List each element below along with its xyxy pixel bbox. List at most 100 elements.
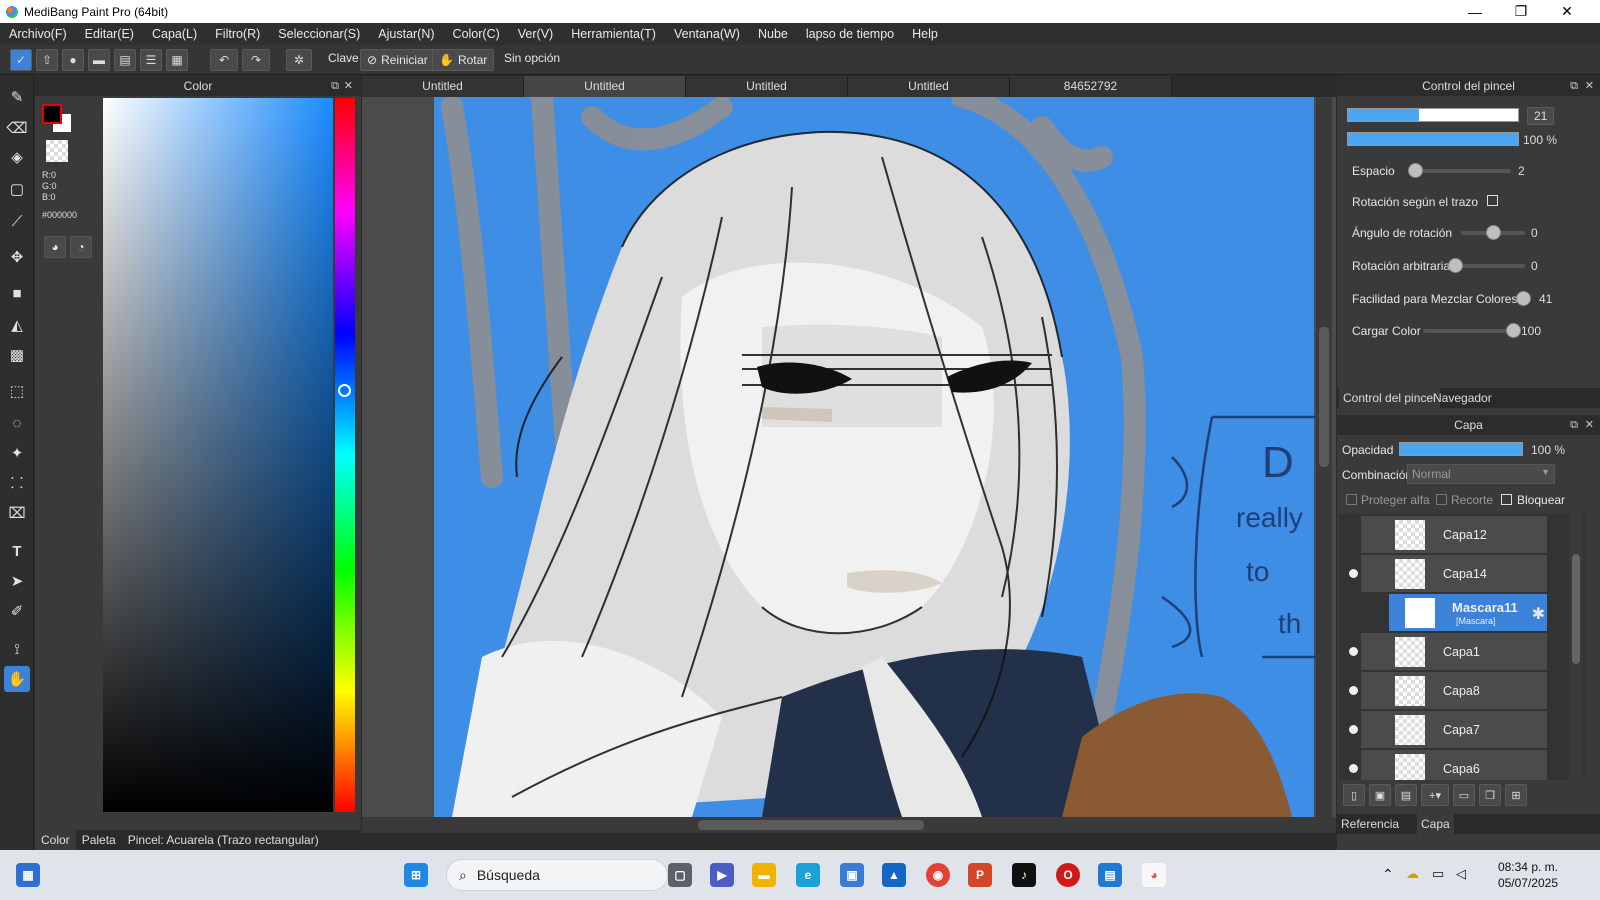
layer-row[interactable]: Capa8 [1349,672,1547,710]
vertical-scroll-thumb[interactable] [1319,327,1329,467]
brush-tool-icon[interactable]: ✎ [4,84,30,110]
foreground-color-swatch[interactable] [42,104,62,124]
brush-opacity-slider[interactable] [1347,132,1519,146]
close-panel-icon[interactable]: ✕ [1585,415,1594,435]
canvas-vertical-scrollbar[interactable] [1316,97,1332,817]
minimize-button[interactable]: — [1452,0,1498,23]
redo-icon[interactable]: ↷ [242,49,270,71]
medibang-icon[interactable]: ◕ [1142,863,1166,887]
menu-capa[interactable]: Capa(L) [143,27,206,41]
bucket-tool-icon[interactable]: ◭ [4,312,30,338]
volume-icon[interactable]: ◁ [1456,866,1466,882]
blur-tool-icon[interactable]: ✐ [4,598,30,624]
doc-tab-active[interactable]: Untitled [524,76,686,97]
load-color-knob[interactable] [1506,323,1521,338]
eyedropper-icon[interactable]: ⟟ [4,636,30,662]
tab-capa[interactable]: Capa [1417,814,1454,834]
layer-row[interactable]: Capa14 [1349,555,1547,593]
rotation-by-stroke-checkbox[interactable] [1487,195,1498,206]
layer-scroll-thumb[interactable] [1572,554,1580,664]
tab-referencia[interactable]: Referencia [1337,814,1403,834]
menu-filtro[interactable]: Filtro(R) [206,27,269,41]
undock-icon[interactable]: ⧉ [1570,76,1578,96]
doc-tab[interactable]: Untitled [362,76,524,97]
layer-list-scrollbar[interactable] [1569,514,1583,780]
network-icon[interactable]: ▭ [1432,866,1444,882]
comment-icon[interactable]: ▬ [88,49,110,71]
select-pen-icon[interactable]: ⸬ [4,470,30,496]
lasso-icon[interactable]: ◌ [4,410,30,436]
tab-color[interactable]: Color [35,830,76,850]
layer-opacity-slider[interactable] [1399,442,1523,456]
azure-icon[interactable]: ▲ [882,863,906,887]
visibility-icon[interactable] [1349,686,1358,695]
move-tool-icon[interactable]: ✥ [4,244,30,270]
visibility-icon[interactable] [1349,569,1358,578]
menu-ver[interactable]: Ver(V) [509,27,562,41]
opera-icon[interactable]: O [1056,863,1080,887]
edge-icon[interactable]: e [796,863,820,887]
tab-brush-control[interactable]: Control del pincel [1339,388,1440,408]
close-panel-icon[interactable]: ✕ [344,76,353,96]
menu-color[interactable]: Color(C) [444,27,509,41]
menu-archivo[interactable]: Archivo(F) [0,27,76,41]
menu-help[interactable]: Help [903,27,947,41]
artwork-canvas[interactable]: D really to th [362,97,1336,817]
tab-paleta[interactable]: Paleta [76,830,122,850]
duplicate-layer-icon[interactable]: ❐ [1479,784,1501,806]
transparent-swatch[interactable] [46,140,68,162]
layer-row[interactable]: Capa1 [1349,633,1547,671]
window-app-icon[interactable]: ▤ [1098,863,1122,887]
task-view-icon[interactable]: ▢ [668,863,692,887]
arbitrary-rotation-slider[interactable] [1448,258,1525,273]
horizontal-scroll-thumb[interactable] [698,820,924,830]
menu-editar[interactable]: Editar(E) [76,27,143,41]
taskbar-clock[interactable]: 08:34 p. m. 05/07/2025 [1498,859,1558,891]
brush-size-slider[interactable] [1347,108,1519,122]
canvas-area[interactable]: D really to th [362,97,1336,817]
new-halftone-layer-icon[interactable]: ▣ [1369,784,1391,806]
layer-row[interactable]: Capa6 [1349,750,1547,780]
visibility-icon[interactable] [1349,725,1358,734]
panel-layout-icon[interactable]: ☰ [140,49,162,71]
rotation-angle-knob[interactable] [1486,225,1501,240]
gear-icon[interactable]: ✱ [1532,604,1545,624]
widgets-icon[interactable]: ▦ [16,863,40,887]
mix-colors-knob[interactable] [1515,291,1531,306]
grid-layout-icon[interactable]: ▦ [166,49,188,71]
lock-checkbox[interactable] [1501,494,1512,505]
fill-rect-icon[interactable]: ■ [4,280,30,306]
menu-ajustar[interactable]: Ajustar(N) [369,27,443,41]
pen-tool-icon[interactable]: ⟋ [4,208,30,234]
selection-sparkle-icon[interactable]: ✲ [286,49,312,71]
palette-icon[interactable]: ◕ [44,236,66,258]
select-rect-icon[interactable]: ⬚ [4,378,30,404]
select-eraser-icon[interactable]: ⌧ [4,500,30,526]
rotate-button[interactable]: ✋ Rotar [432,49,495,71]
hand-tool-icon[interactable]: ✋ [4,666,30,692]
chrome-icon[interactable]: ◉ [926,863,950,887]
rectangle-tool-icon[interactable]: ▢ [4,176,30,202]
close-panel-icon[interactable]: ✕ [1585,76,1594,96]
share-icon[interactable]: ⇧ [36,49,58,71]
store-icon[interactable]: ▣ [840,863,864,887]
gradient-tool-icon[interactable]: ▩ [4,342,30,368]
color-wheel-icon[interactable]: ◔ [70,236,92,258]
saturation-value-picker[interactable] [103,98,333,812]
reset-button[interactable]: ⊘ Reiniciar [360,49,435,71]
text-tool-icon[interactable]: T [4,538,30,564]
menu-lapso[interactable]: lapso de tiempo [797,27,903,41]
brush-size-value[interactable]: 21 [1527,107,1555,125]
hue-cursor[interactable] [338,384,351,397]
menu-nube[interactable]: Nube [749,27,797,41]
visibility-icon[interactable] [1349,764,1358,773]
spacing-knob[interactable] [1407,163,1423,178]
folder-icon[interactable]: ▭ [1453,784,1475,806]
doc-tab[interactable]: Untitled [686,76,848,97]
layer-row[interactable]: Capa7 [1349,711,1547,749]
undock-icon[interactable]: ⧉ [331,76,339,96]
tiktok-icon[interactable]: ♪ [1012,863,1036,887]
start-icon[interactable]: ⊞ [404,863,428,887]
hue-slider[interactable] [335,98,355,812]
menu-herramienta[interactable]: Herramienta(T) [562,27,665,41]
